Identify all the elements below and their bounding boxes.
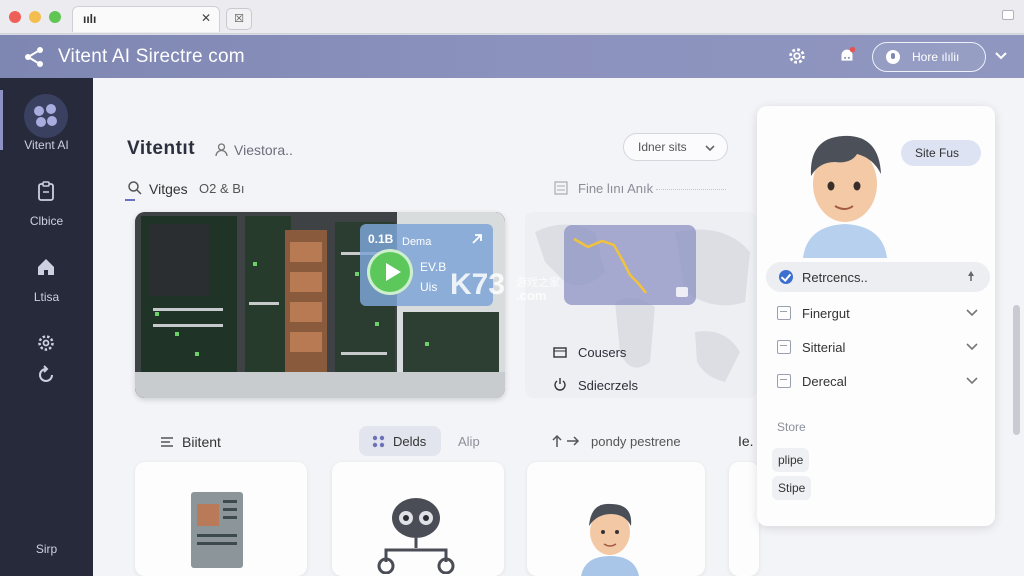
sidebar: Vitent AI Clbice Ltisa Sirp [0,78,93,576]
map-option[interactable]: Sdiecrzels [578,378,638,393]
share-icon[interactable] [22,45,46,69]
folder-icon [553,347,567,358]
refresh-icon[interactable] [35,364,57,386]
segment-active-label[interactable]: Delds [393,434,426,449]
gear-icon[interactable] [786,45,808,67]
truncated-label: Ie. [738,433,754,449]
tab-biitent[interactable]: Biitent [182,434,221,450]
chevron-down-icon[interactable] [966,309,978,317]
play-button[interactable] [367,249,413,295]
app-header: Vitent AI Sirectre com Hore ılıliı [0,35,1024,78]
grid-icon [372,435,385,448]
chip-icon [191,492,243,568]
user-icon [886,50,900,64]
minimize-window-button[interactable] [29,11,41,23]
window-restore-icon[interactable] [1002,10,1014,20]
panel-item-label[interactable]: Sitterial [802,340,845,355]
check-icon [779,270,793,284]
user-menu-label: Hore ılıliı [912,50,960,64]
segment-other-label[interactable]: Alip [458,434,480,449]
checkbox[interactable] [777,340,791,354]
chevron-down-icon [705,145,715,152]
sort-label[interactable]: pondy pestrene [591,434,681,449]
watermark: K73 游戏之家 .com [450,268,580,308]
home-icon[interactable] [35,256,57,278]
chevron-down-icon[interactable] [994,49,1008,63]
store-heading: Store [777,420,806,434]
list-icon [554,181,568,195]
overlay-value: Uis [420,280,438,294]
overlay-value: EV.B [420,260,447,274]
app-title: Vitent AI Sirectre com [58,46,245,67]
sidebar-item-label[interactable]: Clbice [0,214,93,228]
clipboard-icon[interactable] [35,180,57,202]
expand-arrow-icon[interactable] [470,232,484,246]
filter-label: Idner sits [638,140,687,154]
find-label: Fine lını Anık [578,181,654,196]
sidebar-item-label[interactable]: Ltisa [0,290,93,304]
panel-item-label[interactable]: Finergut [802,306,850,321]
content-card-chip[interactable] [135,462,307,576]
tab-close-icon[interactable]: ✕ [201,11,211,25]
route-chart[interactable] [564,225,696,305]
chat-bubble[interactable]: Site Fus [901,140,981,166]
search-icon[interactable] [127,180,143,196]
user-menu-button[interactable]: Hore ılıliı [872,42,986,72]
divider [656,189,726,190]
content-card-partial[interactable] [729,462,759,576]
assistant-avatar-icon [803,135,887,258]
section-label[interactable]: Vitges [149,181,188,197]
chevron-down-icon[interactable] [966,343,978,351]
notification-icon[interactable] [836,45,858,67]
gear-icon[interactable] [35,332,57,354]
tag-chip[interactable]: plipe [772,448,810,472]
checkbox[interactable] [777,306,791,320]
robot-icon [377,498,455,574]
route-line-icon [573,237,688,297]
sidebar-item-label[interactable]: Vitent AI [0,138,93,152]
panel-item-active[interactable] [766,262,990,292]
user-icon [215,143,228,157]
overlay-label: Dema [402,236,432,248]
new-tab-button[interactable]: ☒ [226,8,252,30]
chat-bubble-label: Site Fus [915,146,960,160]
scrollbar-thumb[interactable] [1013,305,1020,435]
close-window-button[interactable] [9,11,21,23]
section-extra: O2 & Bı [199,181,245,196]
map-option[interactable]: Cousers [578,345,626,360]
avatar-icon [581,503,639,576]
section-underline [125,199,135,201]
panel-item-label[interactable]: Derecal [802,374,847,389]
overlay-value: 0.1B [368,232,394,246]
browser-tab[interactable]: ıılı ✕ [72,6,220,32]
content-card-robot[interactable] [332,462,504,576]
chevron-down-icon[interactable] [966,377,978,385]
checkbox[interactable] [777,374,791,388]
content-card-avatar[interactable] [527,462,705,576]
browser-titlebar: ıılı ✕ ☒ [0,0,1024,34]
sidebar-bottom-label[interactable]: Sirp [0,542,93,556]
tab-title: ıılı [83,12,97,26]
pin-icon[interactable] [965,270,977,282]
filter-dropdown[interactable]: Idner sits [623,133,728,161]
watermark-domain: .com [516,288,547,303]
power-icon [554,378,566,391]
logo-icon[interactable] [24,94,68,138]
watermark-brand: K73 [450,268,506,301]
list-icon [161,437,173,447]
tag-chip[interactable]: Stipe [772,476,812,500]
panel-item-label[interactable]: Retrcencs.. [802,270,868,285]
maximize-window-button[interactable] [49,11,61,23]
page-subtitle: Viestora.. [234,142,293,158]
sort-arrows-icon[interactable] [551,434,581,448]
page-title: Vitentıt [127,138,196,159]
